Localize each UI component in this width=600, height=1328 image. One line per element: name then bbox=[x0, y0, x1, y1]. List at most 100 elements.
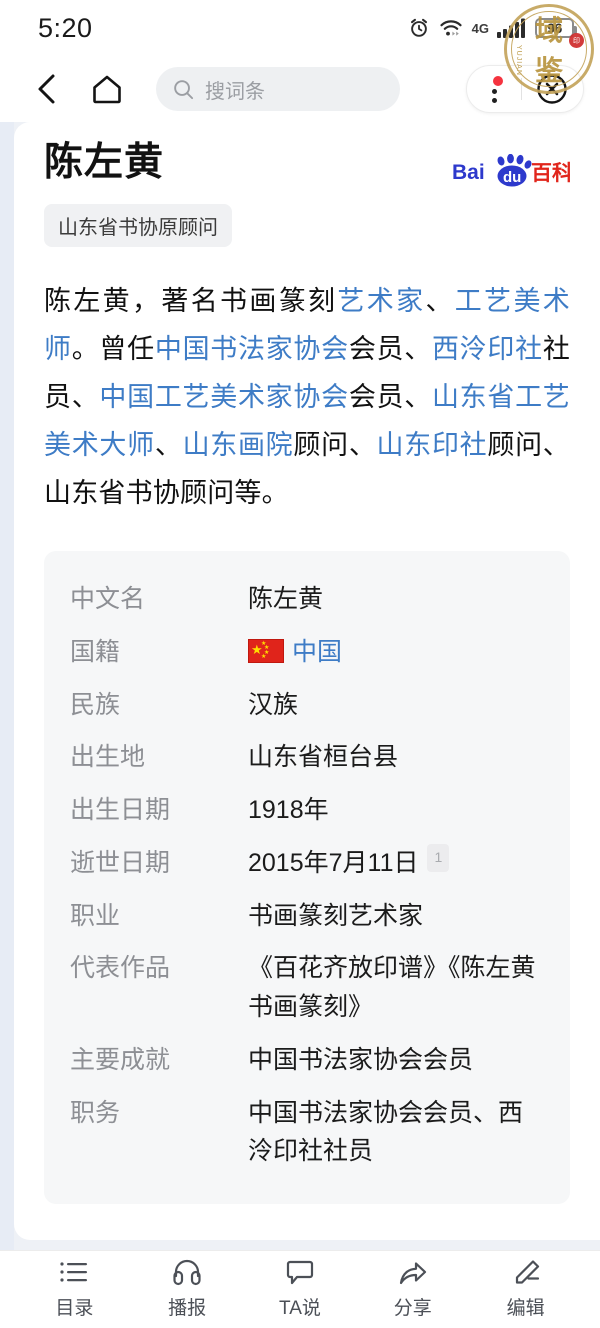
speech-bubble-icon bbox=[286, 1260, 314, 1285]
network-type-label: 4G bbox=[471, 20, 489, 36]
close-icon bbox=[537, 74, 567, 104]
home-icon bbox=[93, 75, 121, 104]
info-row: 职业 书画篆刻艺术家 bbox=[48, 890, 566, 943]
baidu-logo-mark: Bai du 百科 bbox=[452, 154, 570, 187]
chevron-left-icon bbox=[38, 74, 55, 104]
info-row-key: 主要成就 bbox=[70, 1045, 171, 1074]
battery-icon: 96 bbox=[535, 18, 577, 38]
info-row-value: 书画篆刻艺术家 bbox=[248, 901, 424, 930]
intro-text: 会员、 bbox=[348, 382, 432, 413]
intro-text: 、 bbox=[425, 286, 455, 316]
menu-dot bbox=[491, 97, 497, 103]
info-row: 民族 汉族 bbox=[48, 679, 566, 732]
article-card: 陈左黄 Bai du 百科 山东省书协原顾问 陈左黄，著名书画篆刻艺术家、工艺美… bbox=[14, 122, 600, 1241]
intro-link[interactable]: 艺术家 bbox=[337, 286, 425, 316]
info-row: 国籍 ★ ★ ★ ★ ★ 中国 bbox=[48, 626, 566, 679]
status-icons: 4G 96 bbox=[408, 17, 577, 39]
info-row-value: 汉族 bbox=[248, 690, 299, 719]
alarm-icon bbox=[410, 18, 427, 37]
info-row-key: 职业 bbox=[70, 901, 121, 930]
info-row-value: 2015年7月11日 1 bbox=[248, 843, 544, 883]
info-row-key: 出生日期 bbox=[70, 796, 171, 825]
info-table: 中文名 陈左黄国籍 ★ ★ ★ ★ ★ 中国民族 汉族出生地 山东省桓台县出生日期 1918年逝世日… bbox=[44, 551, 570, 1205]
home-button[interactable] bbox=[84, 66, 130, 112]
reference-superscript[interactable]: 1 bbox=[427, 843, 450, 872]
intro-link[interactable]: 中国书法家协会 bbox=[155, 334, 349, 364]
intro-text: 陈左黄，著名书画篆刻 bbox=[44, 286, 338, 316]
info-row: 逝世日期 2015年7月11日 1 bbox=[48, 837, 566, 890]
info-row: 职务 中国书法家协会会员、西泠印社社员 bbox=[48, 1087, 566, 1179]
toolbar-item-catalog[interactable]: 目录 bbox=[28, 1259, 120, 1320]
info-row-key: 国籍 bbox=[70, 637, 121, 666]
info-row-key: 职务 bbox=[70, 1098, 121, 1127]
toolbar-label: 播报 bbox=[168, 1298, 207, 1319]
info-row: 出生日期 1918年 bbox=[48, 784, 566, 837]
bottom-toolbar: 目录 播报 TA说 分享 编辑 bbox=[0, 1250, 600, 1328]
info-row-key: 出生地 bbox=[70, 743, 146, 772]
toolbar-item-edit[interactable]: 编辑 bbox=[480, 1259, 572, 1320]
subtitle-badge: 山东省书协原顾问 bbox=[44, 204, 232, 247]
toolbar-item-audio[interactable]: 播报 bbox=[141, 1259, 233, 1320]
intro-text: 。曾任 bbox=[71, 334, 155, 365]
close-button[interactable] bbox=[522, 65, 582, 113]
svg-text:Bai: Bai bbox=[452, 161, 485, 184]
toolbar-label: TA说 bbox=[279, 1298, 321, 1319]
info-row: 中文名 陈左黄 bbox=[48, 573, 566, 626]
list-icon bbox=[60, 1262, 88, 1282]
intro-link[interactable]: 西泠印社 bbox=[432, 334, 543, 364]
intro-text: 顾问、 bbox=[293, 430, 377, 461]
info-row-value: ★ ★ ★ ★ ★ 中国 bbox=[248, 633, 544, 672]
intro-text: 会员、 bbox=[348, 334, 432, 365]
intro-link[interactable]: 中国工艺美术家协会 bbox=[99, 382, 348, 412]
navigation-bar: 搜词条 bbox=[0, 56, 600, 122]
info-row-value: 《百花齐放印谱》《陈左黄书画篆刻》 bbox=[248, 954, 536, 1022]
info-value-link[interactable]: 中国 bbox=[292, 638, 342, 666]
back-button[interactable] bbox=[24, 66, 70, 112]
search-input[interactable]: 搜词条 bbox=[205, 75, 265, 104]
toolbar-label: 分享 bbox=[393, 1298, 432, 1319]
toolbar-label: 目录 bbox=[55, 1298, 94, 1319]
info-row: 代表作品 《百花齐放印谱》《陈左黄书画篆刻》 bbox=[48, 942, 566, 1034]
info-row-key: 中文名 bbox=[70, 585, 146, 614]
info-row-value: 中国书法家协会会员、西泠印社社员 bbox=[248, 1098, 524, 1166]
china-flag-icon: ★ ★ ★ ★ ★ bbox=[248, 638, 284, 663]
headphones-icon bbox=[173, 1259, 201, 1286]
page-title: 陈左黄 bbox=[44, 141, 165, 184]
battery-level: 96 bbox=[547, 20, 562, 36]
menu-dot bbox=[491, 88, 497, 94]
toolbar-label: 编辑 bbox=[506, 1298, 545, 1319]
baidu-baike-logo[interactable]: Bai du 百科 bbox=[452, 154, 570, 188]
left-edge-strip bbox=[0, 122, 14, 1328]
more-menu-button[interactable] bbox=[467, 65, 521, 113]
svg-text:du: du bbox=[503, 169, 521, 186]
notification-badge-dot bbox=[493, 75, 503, 86]
wifi-icon bbox=[440, 20, 462, 36]
intro-text: 、 bbox=[154, 430, 183, 461]
action-pill bbox=[466, 65, 584, 113]
toolbar-item-share[interactable]: 分享 bbox=[367, 1259, 459, 1320]
search-box[interactable]: 搜词条 bbox=[156, 67, 400, 111]
pencil-icon bbox=[515, 1260, 539, 1284]
share-arrow-icon bbox=[399, 1262, 426, 1285]
info-row: 主要成就 中国书法家协会会员 bbox=[48, 1034, 566, 1087]
intro-link[interactable]: 山东印社 bbox=[377, 430, 488, 460]
page-content[interactable]: 陈左黄 Bai du 百科 山东省书协原顾问 陈左黄，著名书画篆刻艺术家、工艺美… bbox=[0, 122, 600, 1328]
info-row-key: 逝世日期 bbox=[70, 848, 171, 877]
info-row: 出生地 山东省桓台县 bbox=[48, 731, 566, 784]
svg-text:百科: 百科 bbox=[531, 161, 570, 185]
info-row-value: 中国书法家协会会员 bbox=[248, 1045, 474, 1074]
info-row-key: 民族 bbox=[70, 690, 121, 719]
intro-paragraph: 陈左黄，著名书画篆刻艺术家、工艺美术师。曾任中国书法家协会会员、西泠印社社员、中… bbox=[44, 277, 570, 517]
status-time: 5:20 bbox=[38, 12, 93, 43]
intro-link[interactable]: 山东画院 bbox=[183, 430, 294, 460]
info-row-key: 代表作品 bbox=[70, 954, 171, 983]
info-row-value: 陈左黄 bbox=[248, 585, 324, 614]
title-row: 陈左黄 Bai du 百科 bbox=[44, 141, 570, 188]
toolbar-item-tashuo[interactable]: TA说 bbox=[254, 1259, 346, 1320]
search-icon bbox=[174, 79, 194, 99]
info-row-value: 1918年 bbox=[248, 796, 329, 825]
phone-screen: 5:20 4G 96 搜词条 陈左黄 Bai du 百科 山东省书协原顾问 陈左… bbox=[0, 0, 600, 1328]
signal-icon bbox=[497, 18, 525, 38]
status-bar: 5:20 4G 96 bbox=[0, 0, 600, 56]
info-row-value: 山东省桓台县 bbox=[248, 743, 399, 772]
